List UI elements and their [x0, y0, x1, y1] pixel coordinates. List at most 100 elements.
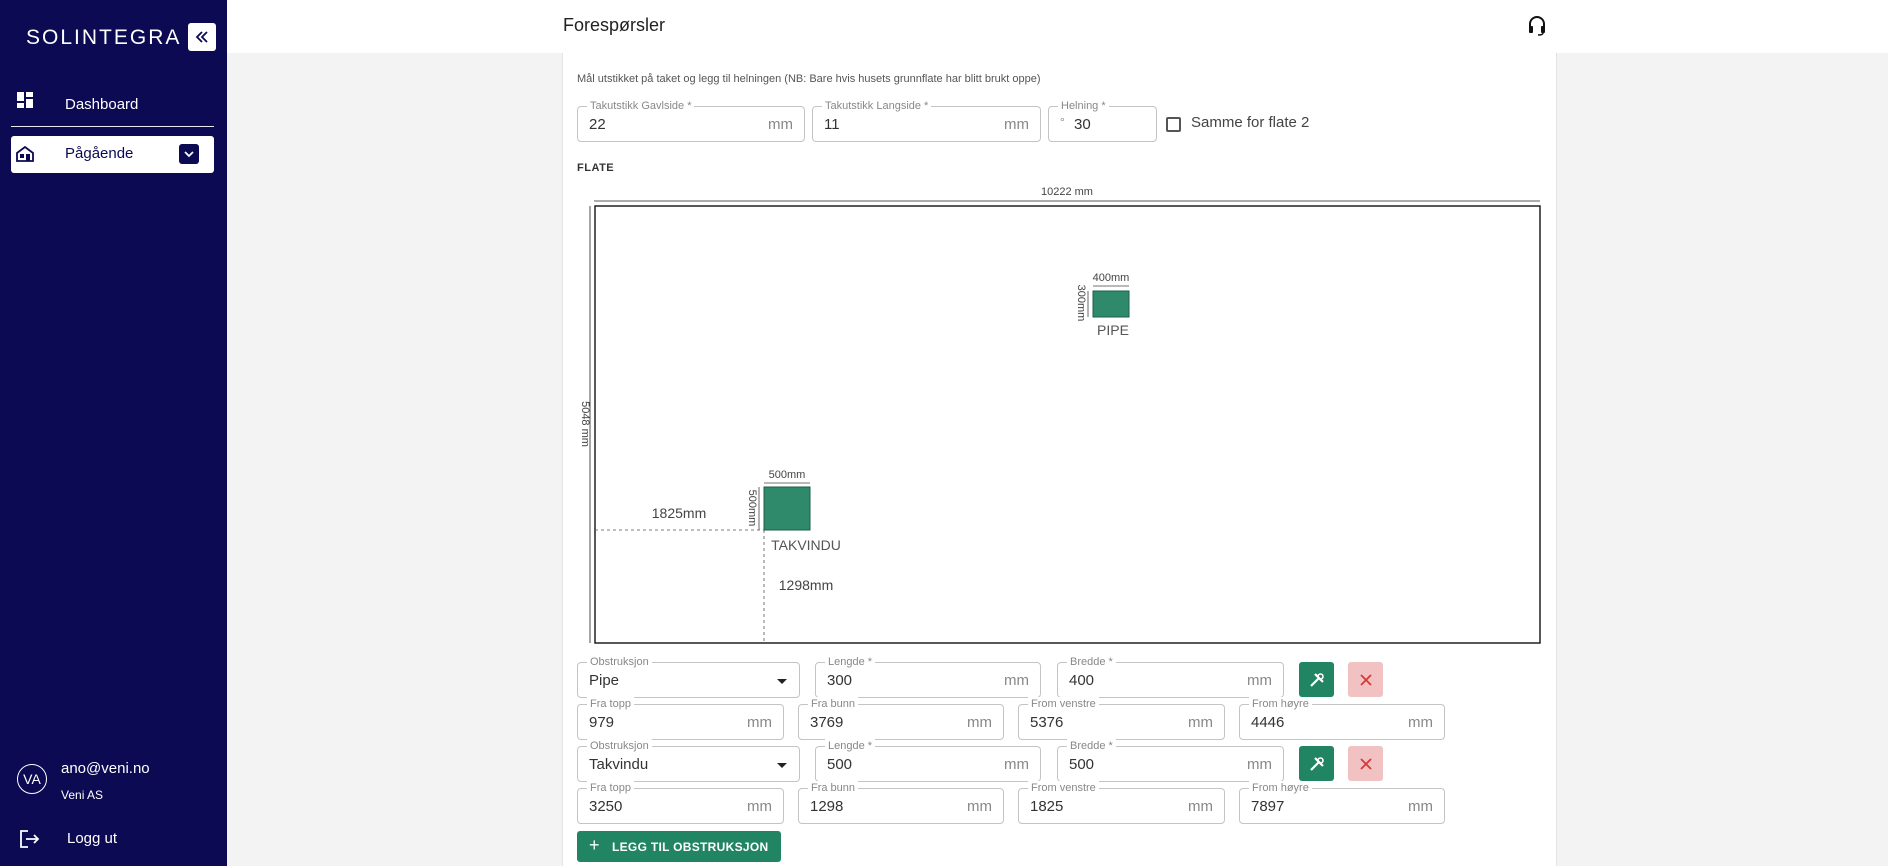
fra-topp-unit: mm — [747, 714, 772, 731]
page-title: Forespørsler — [563, 15, 666, 35]
pipe-obstruction — [1092, 290, 1130, 318]
fra-bunn-unit: mm — [967, 714, 992, 731]
fra-bunn-value: 3769 — [810, 714, 844, 731]
from-venstre-field[interactable]: From venstre 5376 mm — [1018, 697, 1225, 740]
logout-label: Logg ut — [67, 830, 118, 847]
fra-bunn-label: Fra bunn — [808, 697, 859, 711]
delete-obstruction-button[interactable] — [1348, 746, 1383, 781]
chevron-down-icon[interactable] — [179, 144, 199, 164]
from-venstre-unit: mm — [1188, 798, 1213, 815]
same-for-flate-checkbox[interactable] — [1166, 117, 1181, 132]
from-hoyre-label: From høyre — [1249, 781, 1312, 795]
width-label: Bredde * — [1067, 739, 1116, 753]
fra-topp-field[interactable]: Fra topp 3250 mm — [577, 781, 784, 824]
length-label: Lengde * — [825, 655, 876, 669]
langside-value: 11 — [824, 116, 840, 133]
gavlside-value: 22 — [589, 116, 606, 133]
sidebar: SOLINTEGRA Dashboard Pågående VA ano@ven… — [0, 0, 227, 866]
from-venstre-label: From venstre — [1028, 697, 1099, 711]
roof-surface — [594, 205, 1541, 644]
width-value: 500 — [1069, 756, 1095, 773]
user-org: Veni AS — [61, 788, 104, 802]
fra-bunn-label: Fra bunn — [808, 781, 859, 795]
left-distance-label: 1825mm — [652, 505, 706, 521]
avatar: VA — [17, 764, 47, 794]
top-header: Forespørsler — [227, 0, 1888, 53]
obstruction-type-select[interactable]: Obstruksjon Takvindu — [577, 739, 800, 782]
pipe-height-label: 300mm — [1075, 285, 1087, 322]
collapse-sidebar-button[interactable] — [188, 23, 216, 51]
fra-topp-field[interactable]: Fra topp 979 mm — [577, 697, 784, 740]
add-obstruction-button[interactable]: + LEGG TIL OBSTRUKSJON — [577, 831, 781, 862]
pipe-width-label: 400mm — [1093, 272, 1130, 284]
obstruction-type-label: Obstruksjon — [587, 655, 652, 669]
delete-obstruction-button[interactable] — [1348, 662, 1383, 697]
from-venstre-field[interactable]: From venstre 1825 mm — [1018, 781, 1225, 824]
add-obstruction-label: LEGG TIL OBSTRUKSJON — [612, 840, 769, 854]
width-unit: mm — [1247, 756, 1272, 773]
from-hoyre-value: 7897 — [1251, 798, 1285, 815]
divider — [11, 126, 214, 127]
fra-topp-label: Fra topp — [587, 781, 634, 795]
obstruction-type-label: Obstruksjon — [587, 739, 652, 753]
langside-field[interactable]: Takutstikk Langside * 11 mm — [812, 99, 1041, 142]
length-value: 500 — [827, 756, 853, 773]
sidebar-item-dashboard[interactable]: Dashboard — [0, 84, 214, 124]
pipe-label: PIPE — [1097, 322, 1129, 338]
headset-icon — [1529, 16, 1545, 36]
from-hoyre-unit: mm — [1408, 714, 1433, 731]
caret-down-icon — [777, 679, 787, 684]
edit-obstruction-button[interactable] — [1299, 662, 1334, 697]
sidebar-item-pagaende[interactable]: Pågående — [11, 136, 214, 173]
helning-value: 30 — [1074, 116, 1091, 133]
length-label: Lengde * — [825, 739, 876, 753]
user-email: ano@veni.no — [61, 760, 150, 777]
takvindu-width-label: 500mm — [769, 469, 806, 481]
same-for-flate-label: Samme for flate 2 — [1191, 114, 1310, 131]
from-hoyre-field[interactable]: From høyre 4446 mm — [1239, 697, 1445, 740]
width-field[interactable]: Bredde * 500 mm — [1057, 739, 1284, 782]
close-icon — [1359, 673, 1372, 686]
helning-field[interactable]: Helning * ° 30 — [1048, 99, 1157, 142]
gavlside-field[interactable]: Takutstikk Gavlside * 22 mm — [577, 99, 805, 142]
fra-bunn-unit: mm — [967, 798, 992, 815]
width-unit: mm — [1247, 672, 1272, 689]
gavlside-label: Takutstikk Gavlside * — [587, 99, 695, 113]
from-hoyre-value: 4446 — [1251, 714, 1285, 731]
langside-unit: mm — [1004, 116, 1029, 133]
width-value: 400 — [1069, 672, 1095, 689]
from-venstre-label: From venstre — [1028, 781, 1099, 795]
fra-topp-value: 979 — [589, 714, 615, 731]
from-venstre-unit: mm — [1188, 714, 1213, 731]
edit-obstruction-button[interactable] — [1299, 746, 1334, 781]
double-chevron-left-icon — [195, 31, 208, 43]
obstruction-type-select[interactable]: Obstruksjon Pipe — [577, 655, 800, 698]
from-venstre-value: 1825 — [1030, 798, 1064, 815]
fra-topp-label: Fra topp — [587, 697, 634, 711]
logout-button[interactable]: Logg ut — [20, 826, 210, 852]
sidebar-item-label: Pågående — [65, 145, 134, 162]
fra-topp-value: 3250 — [589, 798, 623, 815]
sidebar-item-label: Dashboard — [65, 95, 139, 113]
width-dimension-label: 10222 mm — [1041, 186, 1093, 198]
width-field[interactable]: Bredde * 400 mm — [1057, 655, 1284, 698]
from-hoyre-unit: mm — [1408, 798, 1433, 815]
fra-bunn-field[interactable]: Fra bunn 3769 mm — [798, 697, 1004, 740]
takvindu-obstruction — [763, 486, 811, 531]
from-venstre-value: 5376 — [1030, 714, 1064, 731]
from-hoyre-field[interactable]: From høyre 7897 mm — [1239, 781, 1445, 824]
length-field[interactable]: Lengde * 300 mm — [815, 655, 1041, 698]
obstruction-type-value: Pipe — [589, 672, 620, 689]
bottom-distance-label: 1298mm — [779, 577, 833, 593]
length-unit: mm — [1004, 756, 1029, 773]
degree-prefix: ° — [1060, 115, 1065, 129]
tools-icon — [1309, 672, 1324, 687]
section-label: FLATE — [577, 162, 615, 174]
langside-label: Takutstikk Langside * — [822, 99, 932, 113]
length-field[interactable]: Lengde * 500 mm — [815, 739, 1041, 782]
from-hoyre-label: From høyre — [1249, 697, 1312, 711]
logo: SOLINTEGRA — [26, 26, 182, 49]
fra-bunn-field[interactable]: Fra bunn 1298 mm — [798, 781, 1004, 824]
house-icon — [16, 146, 34, 162]
support-button[interactable] — [1528, 16, 1546, 41]
